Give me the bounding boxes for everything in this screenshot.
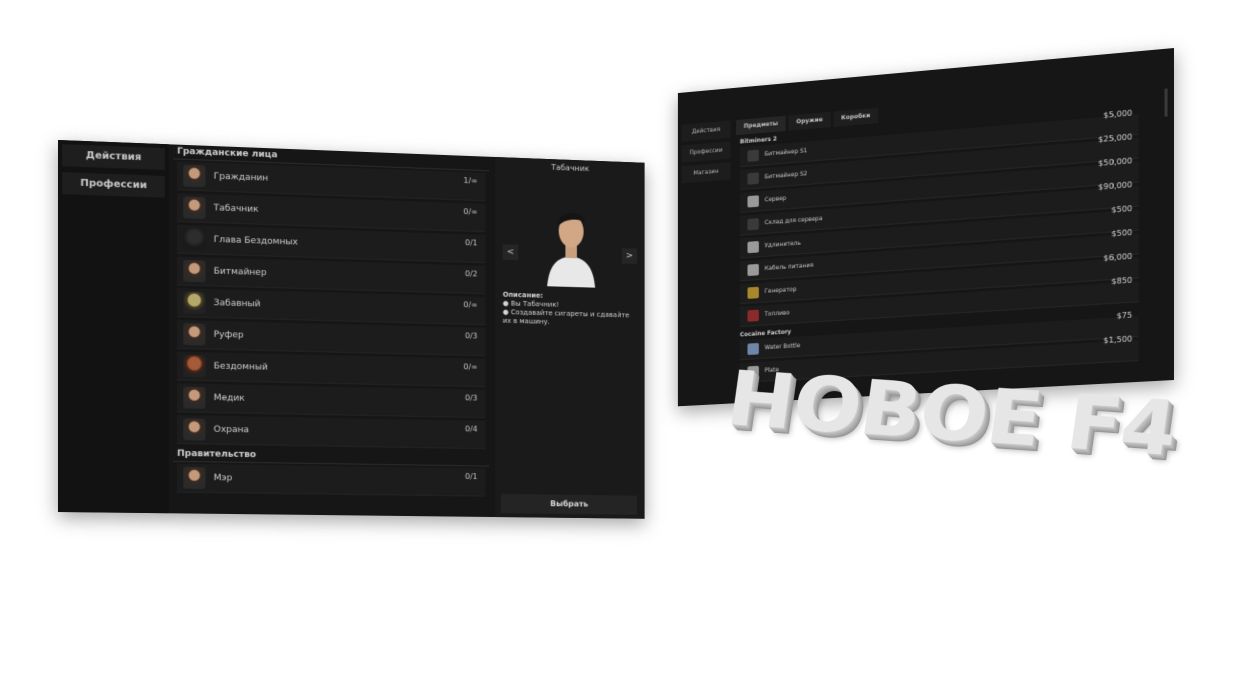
job-slot-count: 0/3 bbox=[464, 331, 478, 341]
shop-item-price: $25,000 bbox=[1098, 132, 1133, 145]
shop-item-price: $1,500 bbox=[1103, 334, 1133, 346]
shop-item-name: Битмайнер S2 bbox=[764, 170, 808, 181]
job-slot-count: 0/∞ bbox=[463, 300, 478, 310]
item-model-icon bbox=[747, 286, 759, 299]
item-model-icon bbox=[747, 218, 759, 231]
job-name: Табачник bbox=[213, 203, 259, 215]
shop-item-name: Топливо bbox=[764, 309, 790, 318]
job-avatar-icon bbox=[183, 228, 206, 251]
job-row[interactable]: Забавный 0/∞ bbox=[177, 288, 486, 326]
item-model-icon bbox=[747, 149, 759, 162]
job-slot-count: 0/1 bbox=[464, 238, 478, 248]
shop-item-name: Битмайнер S1 bbox=[764, 147, 808, 158]
job-avatar-icon bbox=[183, 291, 206, 314]
item-model-icon bbox=[747, 263, 759, 277]
item-model-icon bbox=[747, 240, 759, 254]
shop-item-name: Сервер bbox=[764, 195, 787, 204]
shop-item-price: $850 bbox=[1111, 275, 1133, 287]
left-sidebar: Действия Профессии bbox=[58, 140, 169, 514]
item-model-icon bbox=[747, 195, 759, 208]
job-name: Забавный bbox=[213, 298, 261, 310]
tab-boxes[interactable]: Коробки bbox=[833, 107, 879, 127]
job-avatar-icon bbox=[183, 196, 206, 219]
tab-items[interactable]: Предметы bbox=[736, 115, 786, 136]
job-name: Мэр bbox=[213, 473, 233, 484]
job-list: Гражданские лица Гражданин 1/∞ Табачник 0/∞ Г… bbox=[172, 144, 490, 516]
item-model-icon bbox=[747, 342, 759, 356]
shop-item-price: $75 bbox=[1116, 310, 1133, 321]
shop-sidebar: Действия Профессии Магазин bbox=[678, 120, 734, 438]
shop-item-price: $90,000 bbox=[1098, 180, 1133, 192]
job-detail-title: Табачник bbox=[551, 163, 590, 174]
item-model-icon bbox=[747, 172, 759, 185]
job-row[interactable]: Руфер 0/3 bbox=[177, 320, 486, 357]
job-avatar-icon bbox=[183, 386, 206, 409]
job-model-portrait bbox=[547, 212, 596, 288]
sidebar-item-professions[interactable]: Профессии bbox=[681, 141, 731, 163]
shop-item-price: $50,000 bbox=[1098, 156, 1133, 168]
job-name: Гражданин bbox=[213, 171, 269, 184]
sidebar-item-professions[interactable]: Профессии bbox=[62, 172, 165, 198]
shop-item-name: Water Bottle bbox=[764, 342, 801, 352]
item-model-icon bbox=[747, 309, 759, 322]
job-name: Бездомный bbox=[213, 361, 268, 373]
job-name: Битмайнер bbox=[213, 266, 267, 279]
job-name: Охрана bbox=[213, 424, 249, 436]
job-slot-count: 1/∞ bbox=[463, 176, 478, 186]
shop-menu-panel: Действия Профессии Магазин Предметы Оруж… bbox=[677, 48, 1174, 407]
jobs-menu-panel: Действия Профессии Гражданские лица Гражд… bbox=[58, 140, 645, 519]
tab-weapons[interactable]: Оружие bbox=[788, 111, 831, 131]
job-row[interactable]: Мэр 0/1 bbox=[177, 463, 486, 497]
shop-item-name: Удлинитель bbox=[764, 239, 801, 250]
job-slot-count: 0/2 bbox=[464, 269, 478, 279]
job-slot-count: 0/∞ bbox=[463, 362, 478, 372]
job-avatar-icon bbox=[183, 323, 206, 346]
job-slot-count: 0/∞ bbox=[463, 207, 478, 217]
description-line: ● Создавайте сигареты и сдавайте их в ма… bbox=[502, 308, 630, 326]
shop-item-name: Генератор bbox=[764, 286, 797, 295]
job-avatar-icon bbox=[183, 259, 206, 283]
job-avatar-icon bbox=[183, 418, 206, 441]
shop-item-price: $500 bbox=[1111, 227, 1133, 239]
job-avatar-icon bbox=[183, 354, 206, 378]
job-row[interactable]: Охрана 0/4 bbox=[177, 415, 486, 450]
job-row[interactable]: Медик 0/3 bbox=[177, 383, 486, 419]
shop-item-name: Склад для сервера bbox=[764, 215, 823, 227]
job-row[interactable]: Битмайнер 0/2 bbox=[177, 256, 486, 295]
job-description: Описание: ● Вы Табачник! ● Создавайте си… bbox=[503, 291, 639, 329]
job-slot-count: 0/3 bbox=[464, 393, 478, 403]
shop-item-price: $5,000 bbox=[1103, 108, 1133, 120]
job-slot-count: 0/1 bbox=[464, 472, 478, 481]
job-name: Руфер bbox=[213, 329, 244, 341]
shop-item-name: Кабель питания bbox=[764, 261, 814, 273]
sidebar-item-actions[interactable]: Действия bbox=[681, 120, 731, 142]
next-model-button[interactable]: > bbox=[621, 248, 638, 264]
shop-scrollbar[interactable] bbox=[1164, 88, 1168, 117]
job-avatar-icon bbox=[183, 466, 206, 489]
job-avatar-icon bbox=[183, 164, 206, 188]
job-name: Медик bbox=[213, 393, 245, 404]
job-row[interactable]: Бездомный 0/∞ bbox=[177, 351, 486, 388]
sidebar-item-shop[interactable]: Магазин bbox=[681, 162, 731, 184]
shop-item-price: $6,000 bbox=[1103, 251, 1133, 263]
job-slot-count: 0/4 bbox=[464, 424, 478, 434]
prev-model-button[interactable]: < bbox=[502, 244, 519, 261]
job-detail-pane: Табачник < > Описание: ● Вы Табачник! ● … bbox=[494, 156, 645, 519]
choose-job-button[interactable]: Выбрать bbox=[500, 493, 638, 515]
job-name: Глава Бездомных bbox=[213, 235, 298, 248]
shop-item-price: $500 bbox=[1111, 204, 1133, 215]
sidebar-item-actions[interactable]: Действия bbox=[62, 144, 165, 170]
